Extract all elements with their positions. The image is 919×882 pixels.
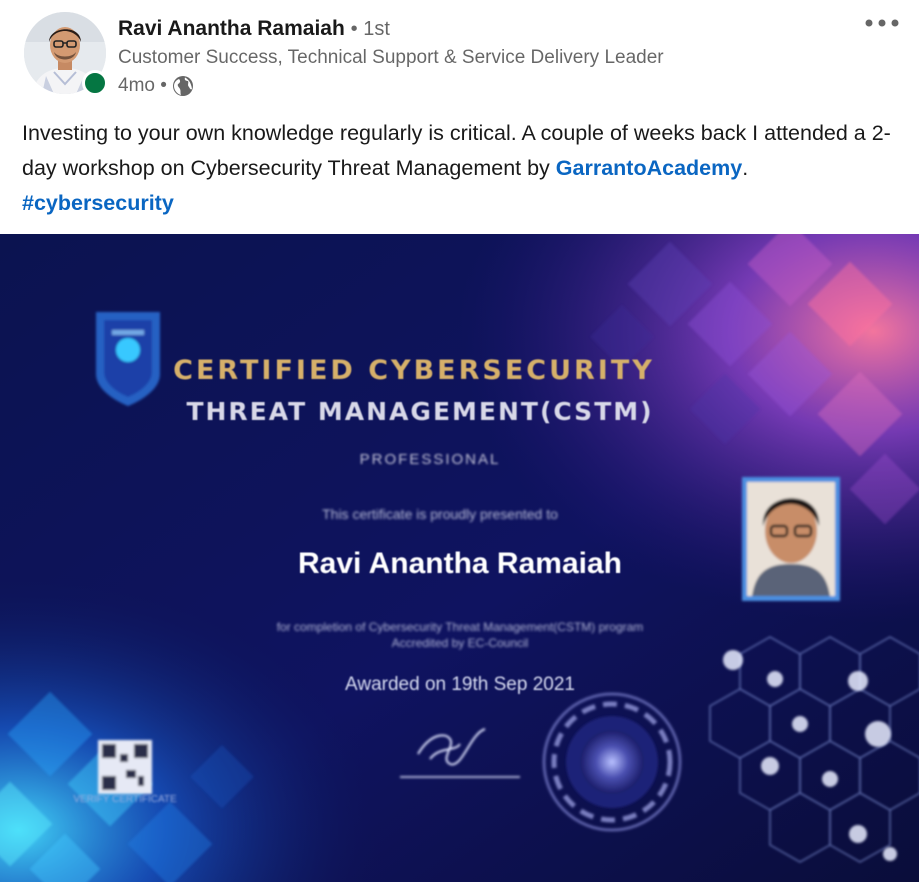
more-options-button[interactable]: [860, 6, 904, 42]
certificate-reason-line2: Accredited by EC-Council: [391, 636, 529, 650]
author-name[interactable]: Ravi Anantha Ramaiah: [118, 17, 345, 40]
author-name-line: Ravi Anantha Ramaiah • 1st: [118, 14, 390, 44]
connection-degree: • 1st: [350, 18, 390, 40]
feed-post: Ravi Anantha Ramaiah • 1st Customer Succ…: [0, 0, 919, 882]
post-body-text: Investing to your own knowledge regularl…: [22, 121, 891, 180]
certificate-presented-line: This certificate is proudly presented to: [322, 506, 558, 522]
certificate-title-line2: THREAT MANAGEMENT(CSTM): [186, 397, 654, 426]
online-status-indicator: [82, 70, 108, 96]
certificate-reason: for completion of Cybersecurity Threat M…: [180, 619, 740, 651]
post-timestamp: 4mo •: [118, 75, 167, 96]
certificate-level: PROFESSIONAL: [359, 451, 501, 468]
post-image-certificate[interactable]: CERTIFIED CYBERSECURITY THREAT MANAGEMEN…: [0, 234, 919, 882]
more-options-icon: [864, 15, 900, 33]
certificate-reason-line1: for completion of Cybersecurity Threat M…: [276, 620, 644, 634]
post-meta: 4mo •: [118, 72, 195, 100]
certificate-recipient-name: Ravi Anantha Ramaiah: [298, 547, 622, 580]
qr-caption: VERIFY CERTIFICATE: [73, 794, 177, 805]
hashtag-link[interactable]: #cybersecurity: [22, 191, 174, 215]
globe-icon: [171, 74, 195, 98]
post-body-separator: .: [742, 156, 749, 180]
recipient-photo: [742, 477, 840, 601]
author-avatar[interactable]: [24, 12, 108, 96]
certificate-title-line1: CERTIFIED CYBERSECURITY: [173, 355, 655, 386]
post-header: Ravi Anantha Ramaiah • 1st Customer Succ…: [0, 0, 919, 110]
certificate-award-date: Awarded on 19th Sep 2021: [345, 674, 575, 695]
qr-code: [98, 740, 152, 794]
company-mention-link[interactable]: GarrantoAcademy: [556, 156, 742, 180]
post-text: Investing to your own knowledge regularl…: [22, 116, 902, 221]
author-headline: Customer Success, Technical Support & Se…: [118, 47, 664, 68]
